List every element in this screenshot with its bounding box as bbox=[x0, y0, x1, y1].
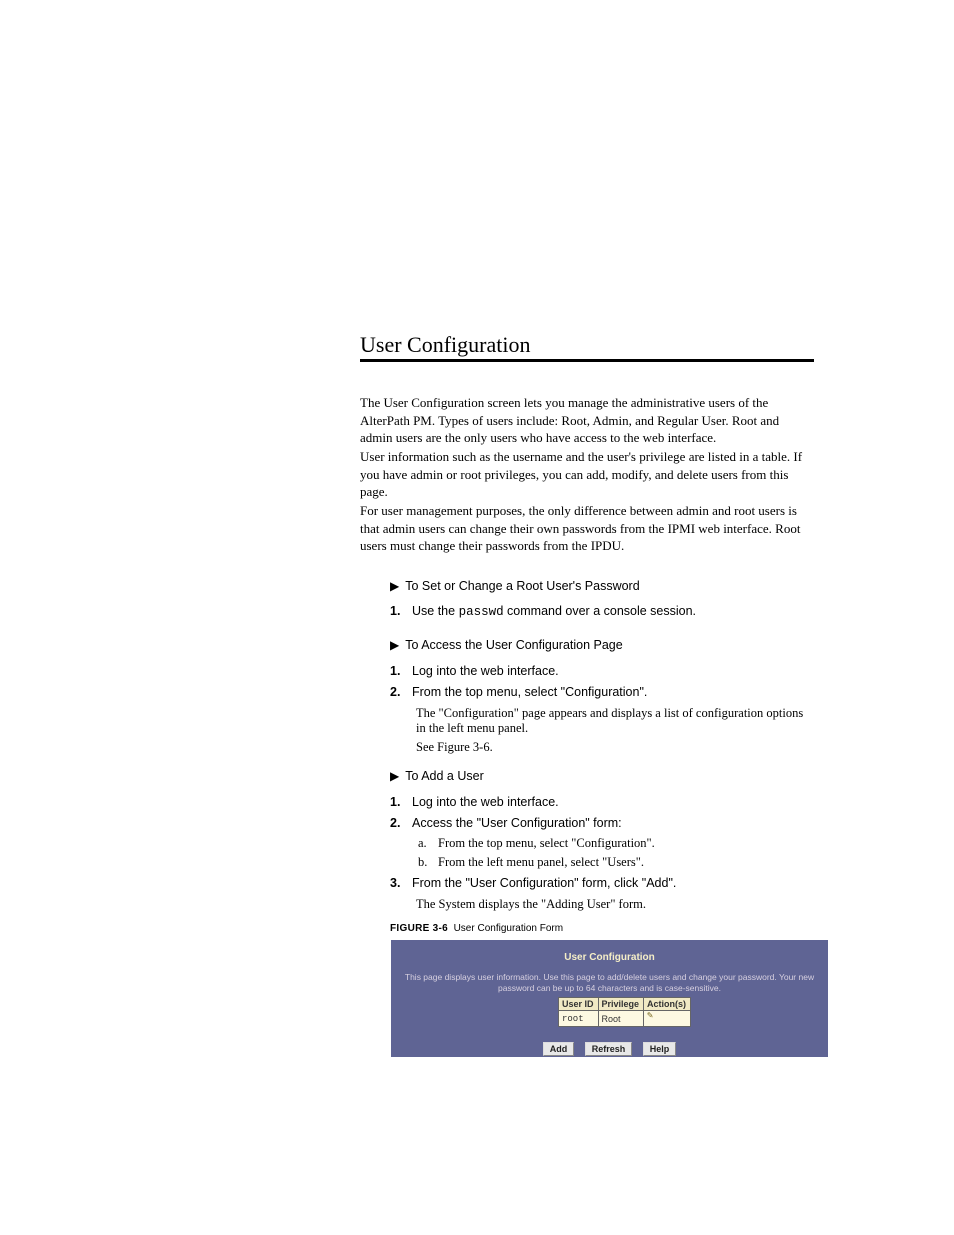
col-actions: Action(s) bbox=[644, 998, 691, 1011]
user-table: User ID Privilege Action(s) root Root bbox=[558, 997, 691, 1027]
col-user-id: User ID bbox=[559, 998, 599, 1011]
procedure-2-title: ▶To Access the User Configuration Page bbox=[390, 638, 623, 652]
triangle-bullet-icon: ▶ bbox=[390, 769, 399, 783]
procedure-3-title: ▶To Add a User bbox=[390, 769, 484, 783]
intro-paragraph-3: For user management purposes, the only d… bbox=[360, 502, 814, 555]
procedure-3-step-2a: a.From the top menu, select "Configurati… bbox=[416, 836, 814, 851]
procedure-2-step-1: 1.Log into the web interface. bbox=[390, 664, 814, 678]
edit-icon[interactable] bbox=[647, 1012, 658, 1022]
procedure-3-step-2: 2.Access the "User Configuration" form: bbox=[390, 816, 814, 830]
procedure-3-step-2b: b.From the left menu panel, select "User… bbox=[416, 855, 814, 870]
screenshot-title: User Configuration bbox=[391, 952, 828, 963]
embedded-screenshot: User Configuration This page displays us… bbox=[391, 940, 828, 1057]
refresh-button[interactable]: Refresh bbox=[585, 1042, 633, 1056]
cell-actions[interactable] bbox=[644, 1011, 691, 1027]
procedure-3-step-3: 3.From the "User Configuration" form, cl… bbox=[390, 876, 814, 890]
intro-paragraph-2: User information such as the username an… bbox=[360, 448, 814, 501]
section-heading: User Configuration bbox=[360, 332, 530, 358]
cell-privilege: Root bbox=[598, 1011, 644, 1027]
table-row: root Root bbox=[559, 1011, 691, 1027]
screenshot-description: This page displays user information. Use… bbox=[397, 972, 822, 993]
procedure-2-step-2-ref: See Figure 3-6. bbox=[416, 740, 814, 755]
triangle-bullet-icon: ▶ bbox=[390, 579, 399, 593]
cell-user-id: root bbox=[559, 1011, 599, 1027]
figure-caption: FIGURE 3-6 User Configuration Form bbox=[390, 923, 563, 934]
intro-paragraph-1: The User Configuration screen lets you m… bbox=[360, 394, 814, 447]
procedure-2-step-2-result: The "Configuration" page appears and dis… bbox=[416, 706, 814, 736]
add-button[interactable]: Add bbox=[543, 1042, 575, 1056]
col-privilege: Privilege bbox=[598, 998, 644, 1011]
procedure-3-step-3-result: The System displays the "Adding User" fo… bbox=[416, 897, 814, 912]
procedure-2-step-2: 2.From the top menu, select "Configurati… bbox=[390, 685, 814, 699]
triangle-bullet-icon: ▶ bbox=[390, 638, 399, 652]
help-button[interactable]: Help bbox=[643, 1042, 677, 1056]
procedure-1-step-1: 1.Use the passwd command over a console … bbox=[390, 604, 814, 619]
section-rule bbox=[360, 359, 814, 362]
screenshot-button-row: Add Refresh Help bbox=[391, 1039, 828, 1057]
table-header-row: User ID Privilege Action(s) bbox=[559, 998, 691, 1011]
procedure-1-title: ▶To Set or Change a Root User's Password bbox=[390, 579, 640, 593]
procedure-3-step-1: 1.Log into the web interface. bbox=[390, 795, 814, 809]
